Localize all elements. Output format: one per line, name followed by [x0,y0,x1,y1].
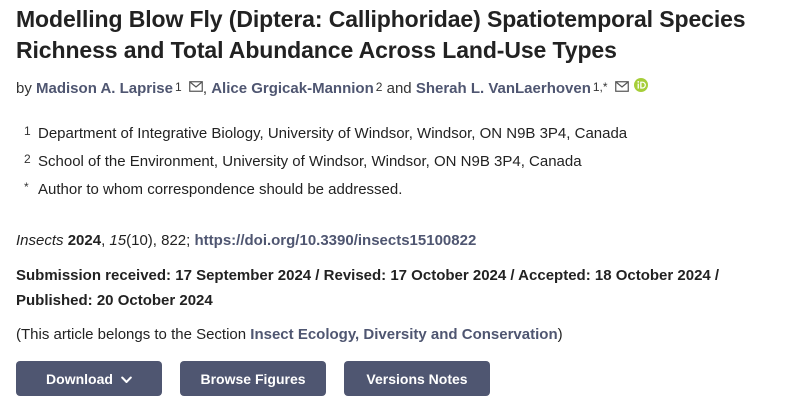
section-link[interactable]: Insect Ecology, Diversity and Conservati… [250,326,557,343]
doi-link[interactable]: https://doi.org/10.3390/insects15100822 [195,232,477,249]
mail-icon[interactable] [189,78,203,98]
affiliation-item: * Author to whom correspondence should b… [24,176,786,204]
publication-dates: Submission received: 17 September 2024 /… [16,267,720,309]
citation-volume: 15 [109,232,127,249]
author-affiliation-mark: 1,* [592,80,608,94]
article-header: Modelling Blow Fly (Diptera: Calliphorid… [0,0,800,419]
author-affiliation-mark: 1 [175,80,182,94]
author-link-vanlaerhoven[interactable]: Sherah L. VanLaerhoven [416,80,591,97]
by-label: by [16,80,32,97]
orcid-icon[interactable] [633,77,648,98]
journal-name: Insects [16,232,64,249]
affiliation-text: Department of Integrative Biology, Unive… [38,125,628,142]
citation: Insects 2024, 15(10), 822; https://doi.o… [16,232,477,249]
affiliation-mark: 1 [24,124,31,138]
citation-issue-pages: (10), 822; [126,232,191,249]
download-button-label: Download [46,370,113,387]
chevron-down-icon [121,371,132,387]
author-list: by Madison A. Laprise 1 , Alice Grgicak-M… [16,77,786,99]
author-link-grgicak-mannion[interactable]: Alice Grgicak-Mannion [211,80,374,97]
affiliation-list: 1 Department of Integrative Biology, Uni… [16,120,786,204]
author-affiliation-mark: 2 [375,80,383,94]
versions-notes-button[interactable]: Versions Notes [344,361,490,396]
author-conjunction: and [386,80,412,97]
browse-figures-button[interactable]: Browse Figures [180,361,326,396]
affiliation-item: 1 Department of Integrative Biology, Uni… [24,120,786,148]
author-separator: , [202,80,208,97]
section-note: (This article belongs to the Section Ins… [16,325,786,345]
article-title: Modelling Blow Fly (Diptera: Calliphorid… [16,6,746,63]
download-button[interactable]: Download [16,361,162,396]
affiliation-mark: 2 [24,152,31,166]
affiliation-text: School of the Environment, University of… [38,153,582,170]
section-suffix: ) [557,326,563,343]
mail-icon[interactable] [614,78,629,98]
author-link-laprise[interactable]: Madison A. Laprise [36,80,173,97]
browse-figures-label: Browse Figures [200,370,306,387]
affiliation-item: 2 School of the Environment, University … [24,148,786,176]
section-prefix: (This article belongs to the Section [16,326,247,343]
action-buttons: Download Browse Figures Versions Notes [16,361,490,396]
versions-notes-label: Versions Notes [366,370,468,387]
citation-year: 2024 [67,232,102,249]
affiliation-mark: * [24,180,29,194]
affiliation-text: Author to whom correspondence should be … [38,181,403,198]
